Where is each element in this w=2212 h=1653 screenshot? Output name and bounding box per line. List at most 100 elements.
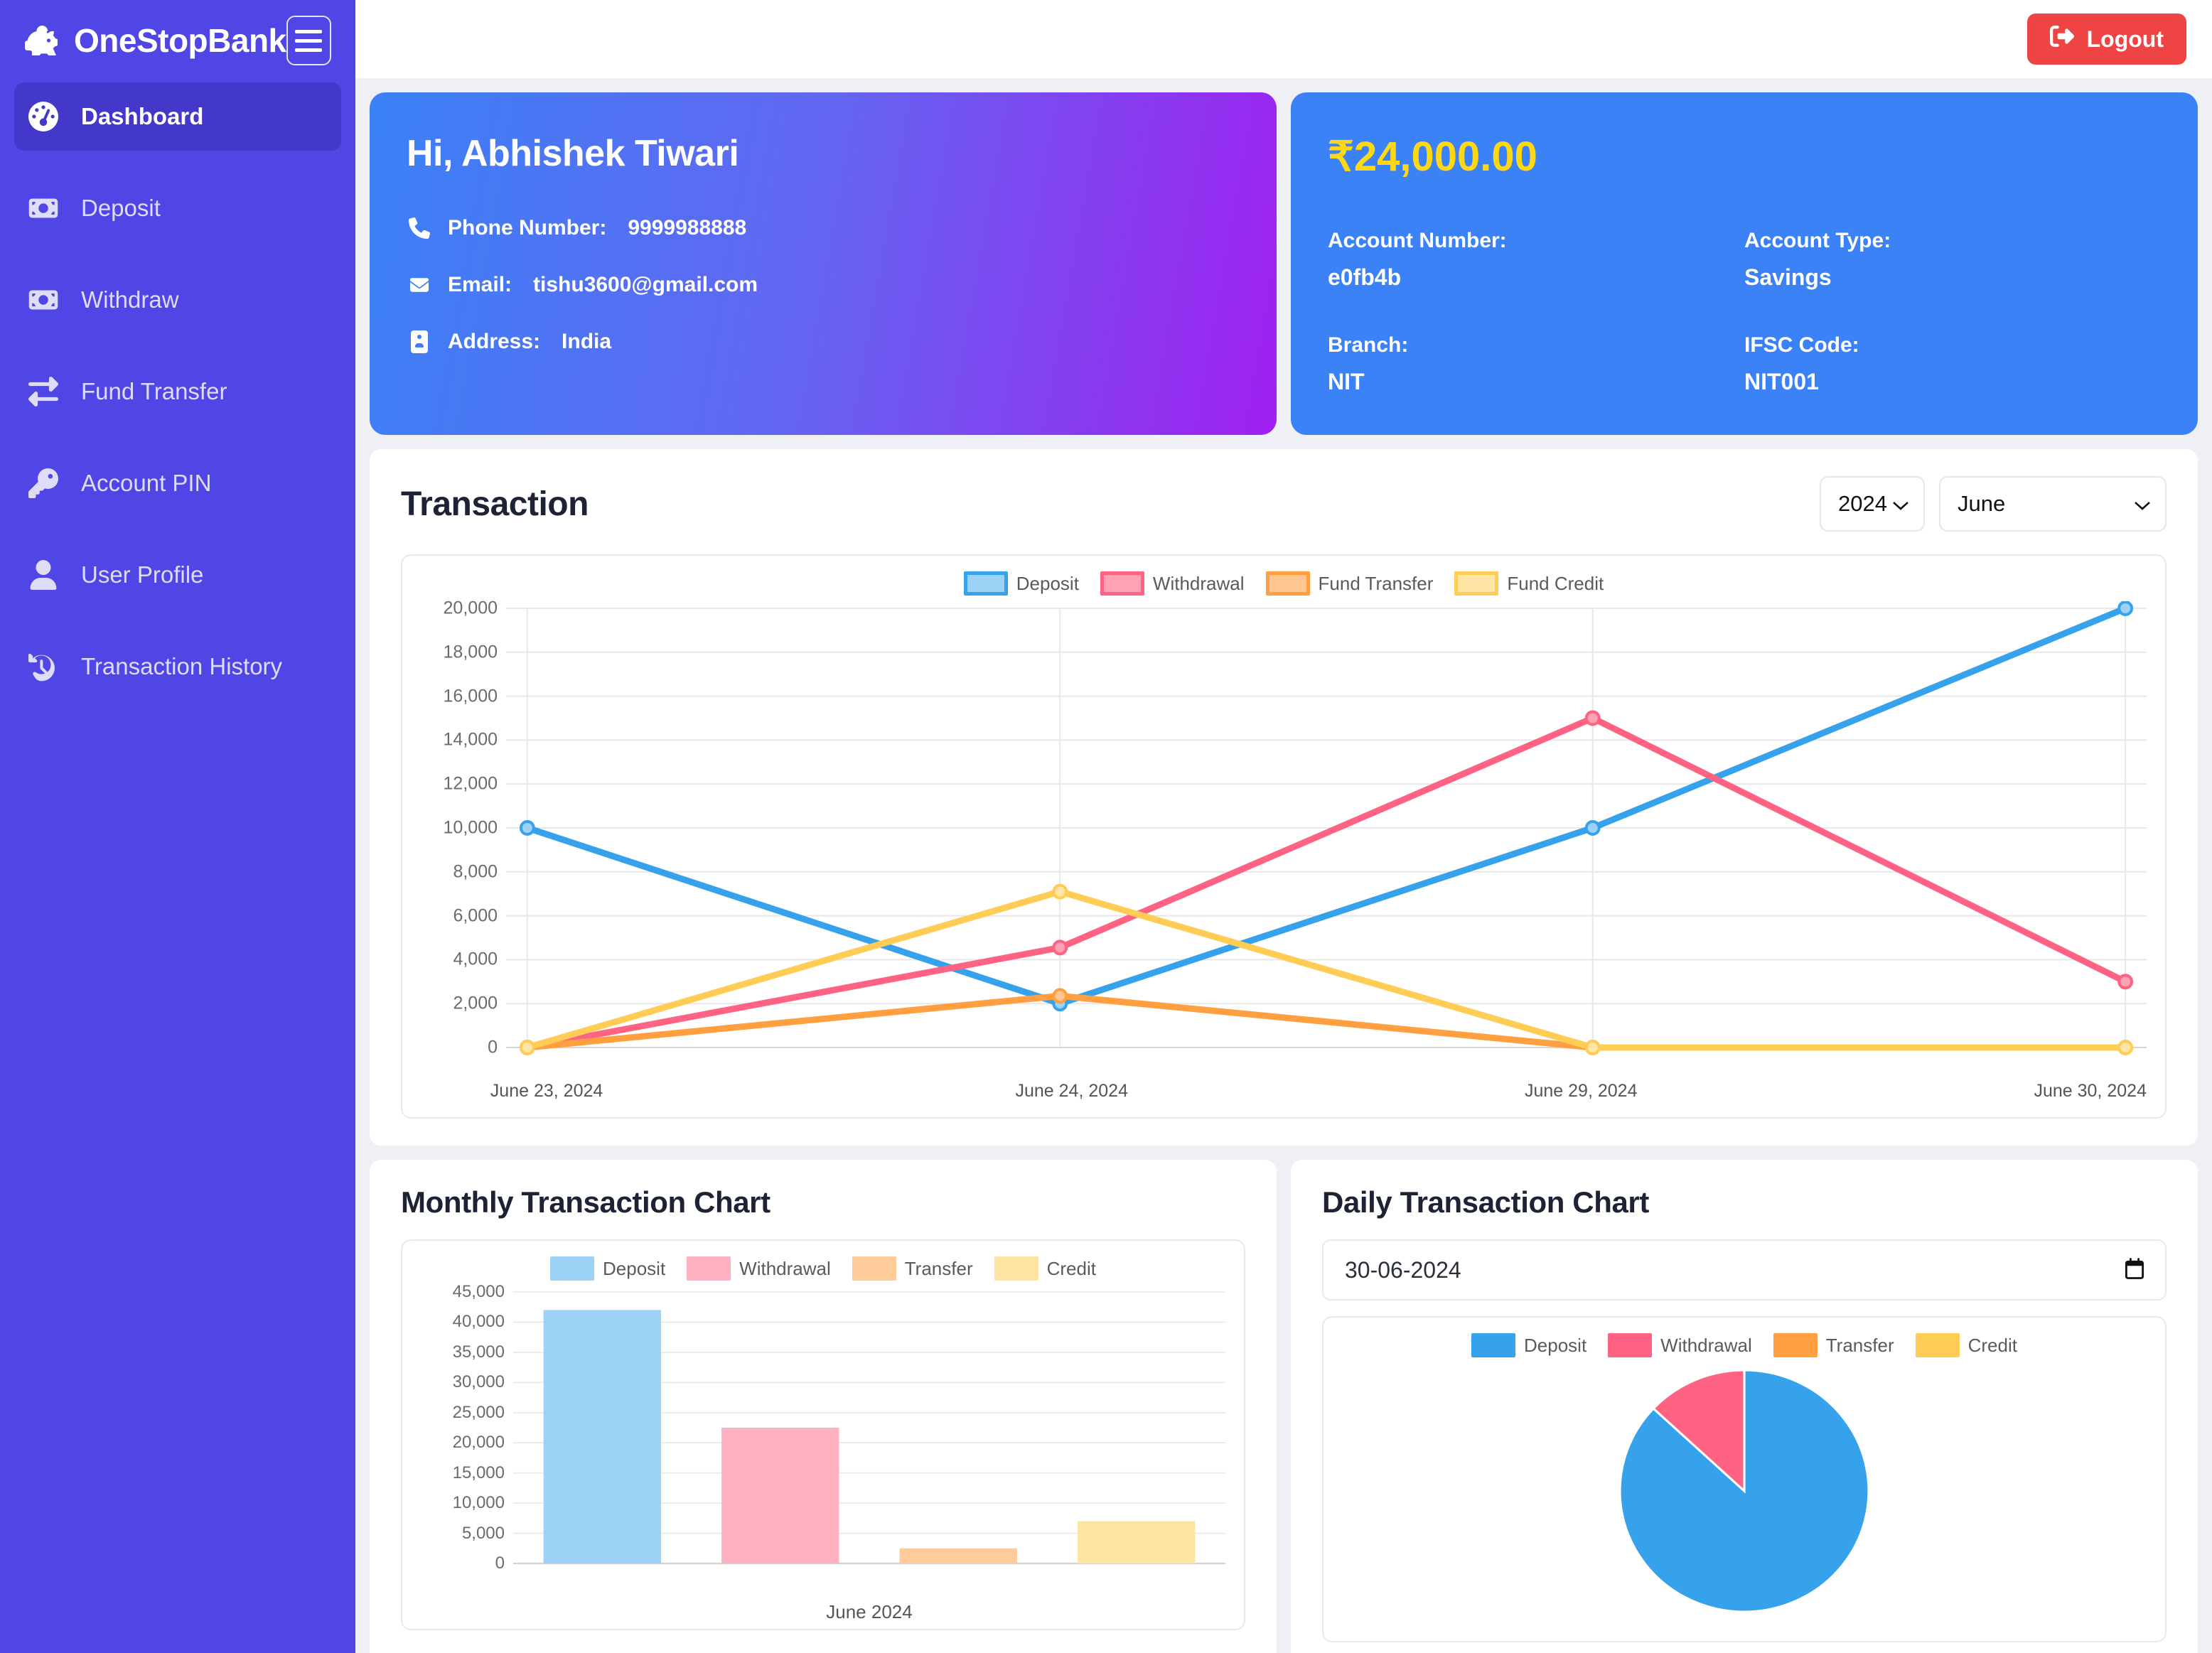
sidebar-item-label: Transaction History bbox=[81, 653, 283, 679]
y-tick-label: 4,000 bbox=[453, 949, 498, 969]
legend-label: Withdrawal bbox=[739, 1257, 831, 1279]
x-tick-label: June 29, 2024 bbox=[1525, 1081, 1638, 1101]
legend-item[interactable]: Credit bbox=[994, 1256, 1096, 1281]
speedometer-icon bbox=[27, 102, 60, 131]
calendar-icon[interactable] bbox=[2125, 1257, 2144, 1283]
legend-item[interactable]: Deposit bbox=[550, 1256, 665, 1281]
address-label: Address: bbox=[448, 330, 541, 353]
logout-button[interactable]: Logout bbox=[2026, 14, 2186, 65]
sidebar-item-deposit[interactable]: Deposit bbox=[14, 174, 341, 242]
y-tick-label: 0 bbox=[488, 1037, 498, 1057]
month-select[interactable]: June bbox=[1939, 476, 2167, 532]
legend-swatch bbox=[1265, 571, 1310, 596]
legend-swatch bbox=[1471, 1333, 1516, 1357]
y-tick-label: 6,000 bbox=[453, 905, 498, 926]
line-chart-svg bbox=[506, 601, 2147, 1055]
transaction-line-chart: Deposit Withdrawal Fund Transfer Fund Credi… bbox=[401, 554, 2167, 1119]
sidebar-item-withdraw[interactable]: Withdraw bbox=[14, 266, 341, 334]
y-tick-label: 8,000 bbox=[453, 861, 498, 882]
legend-swatch bbox=[1915, 1333, 1960, 1357]
year-select[interactable]: 2024 bbox=[1820, 476, 1925, 532]
legend-swatch bbox=[1773, 1333, 1818, 1357]
chevron-down-icon bbox=[1892, 491, 1909, 517]
legend-item[interactable]: Transfer bbox=[852, 1256, 973, 1281]
brand-name: OneStopBank bbox=[74, 22, 286, 59]
legend-item[interactable]: Deposit bbox=[1471, 1333, 1586, 1357]
brand[interactable]: OneStopBank bbox=[23, 21, 286, 60]
legend-item[interactable]: Withdrawal bbox=[1608, 1333, 1752, 1357]
bar-chart-svg bbox=[513, 1291, 1225, 1564]
account-number-cell: Account Number: e0fb4b bbox=[1328, 229, 1744, 291]
y-tick-label: 10,000 bbox=[443, 817, 498, 838]
legend-swatch bbox=[963, 571, 1008, 596]
y-tick-label: 14,000 bbox=[443, 729, 498, 750]
sidebar-item-label: Dashboard bbox=[81, 103, 204, 129]
line-chart-plot: June 23, 2024 June 24, 2024 June 29, 2024 J… bbox=[490, 601, 2147, 1111]
logout-icon bbox=[2049, 24, 2074, 54]
ifsc-value: NIT001 bbox=[1744, 369, 1819, 394]
greeting-title: Hi, Abhishek Tiwari bbox=[407, 133, 739, 174]
branch-label: Branch: bbox=[1328, 333, 1409, 357]
y-tick-label: 45,000 bbox=[452, 1282, 505, 1301]
legend-item[interactable]: Fund Transfer bbox=[1265, 571, 1434, 596]
y-tick-label: 20,000 bbox=[443, 598, 498, 618]
logout-label: Logout bbox=[2086, 26, 2164, 52]
pie-chart-svg bbox=[1618, 1369, 1870, 1613]
daily-chart-panel: Daily Transaction Chart 30-06-2024 Depos… bbox=[1291, 1160, 2198, 1653]
sidebar-item-label: Fund Transfer bbox=[81, 378, 227, 404]
main-area: Logout Hi, Abhishek Tiwari Phone Number:… bbox=[355, 0, 2212, 1653]
monthly-chart-panel: Monthly Transaction Chart Deposit Withdra… bbox=[370, 1160, 1277, 1653]
y-tick-label: 16,000 bbox=[443, 686, 498, 706]
legend-label: Credit bbox=[1967, 1334, 2017, 1356]
hamburger-menu-icon[interactable] bbox=[286, 16, 331, 65]
bar-chart-y-axis: 0 5,000 10,000 15,000 20,000 25,000 30,000 35,0… bbox=[421, 1282, 513, 1585]
x-tick-label: June 30, 2024 bbox=[2034, 1081, 2147, 1101]
ifsc-cell: IFSC Code: NIT001 bbox=[1744, 333, 2161, 395]
legend-swatch bbox=[1100, 571, 1144, 596]
envelope-icon bbox=[407, 276, 432, 294]
chevron-down-icon bbox=[2134, 491, 2151, 517]
dashboard-content: Hi, Abhishek Tiwari Phone Number: 999998… bbox=[355, 78, 2212, 1653]
legend-label: Withdrawal bbox=[1152, 572, 1245, 594]
month-select-value: June bbox=[1958, 491, 2006, 516]
legend-item[interactable]: Withdrawal bbox=[1100, 571, 1245, 596]
account-type-cell: Account Type: Savings bbox=[1744, 229, 2161, 291]
legend-label: Withdrawal bbox=[1660, 1334, 1752, 1356]
line-chart-y-axis: 0 2,000 4,000 6,000 8,000 10,000 12,000 14,000 1… bbox=[421, 598, 506, 1070]
sidebar-item-fund-transfer[interactable]: Fund Transfer bbox=[14, 357, 341, 426]
sidebar-item-dashboard[interactable]: Dashboard bbox=[14, 82, 341, 151]
top-bar: Logout bbox=[355, 0, 2212, 78]
sidebar-item-label: Deposit bbox=[81, 195, 161, 221]
legend-item[interactable]: Transfer bbox=[1773, 1333, 1894, 1357]
line-chart-legend: Deposit Withdrawal Fund Transfer Fund Credi… bbox=[421, 571, 2147, 596]
legend-label: Deposit bbox=[603, 1257, 666, 1279]
account-number-value: e0fb4b bbox=[1328, 264, 1402, 290]
sidebar-item-user-profile[interactable]: User Profile bbox=[14, 541, 341, 609]
sidebar-header: OneStopBank bbox=[0, 0, 355, 82]
y-tick-label: 5,000 bbox=[461, 1523, 505, 1543]
legend-label: Fund Credit bbox=[1507, 572, 1604, 594]
date-input-value: 30-06-2024 bbox=[1345, 1256, 1461, 1283]
account-number-label: Account Number: bbox=[1328, 229, 1507, 252]
hamburger-bar bbox=[295, 29, 323, 33]
sidebar-item-account-pin[interactable]: Account PIN bbox=[14, 449, 341, 517]
sidebar-item-transaction-history[interactable]: Transaction History bbox=[14, 632, 341, 701]
monthly-chart-title: Monthly Transaction Chart bbox=[401, 1185, 771, 1219]
legend-item[interactable]: Withdrawal bbox=[687, 1256, 831, 1281]
legend-item[interactable]: Credit bbox=[1915, 1333, 2017, 1357]
period-selectors: 2024 June bbox=[1820, 476, 2167, 532]
y-tick-label: 30,000 bbox=[452, 1372, 505, 1392]
line-chart-x-axis: June 23, 2024 June 24, 2024 June 29, 2024 J… bbox=[490, 1074, 2147, 1111]
y-tick-label: 2,000 bbox=[453, 993, 498, 1013]
branch-cell: Branch: NIT bbox=[1328, 333, 1744, 395]
legend-item[interactable]: Deposit bbox=[963, 571, 1079, 596]
legend-item[interactable]: Fund Credit bbox=[1454, 571, 1604, 596]
date-input[interactable]: 30-06-2024 bbox=[1322, 1239, 2167, 1301]
account-type-value: Savings bbox=[1744, 264, 1832, 290]
bar-chart-body: 0 5,000 10,000 15,000 20,000 25,000 30,000 35,0… bbox=[421, 1282, 1225, 1623]
legend-swatch bbox=[994, 1256, 1038, 1281]
phone-label: Phone Number: bbox=[448, 216, 607, 239]
legend-label: Fund Transfer bbox=[1318, 572, 1434, 594]
legend-label: Transfer bbox=[1825, 1334, 1894, 1356]
account-type-label: Account Type: bbox=[1744, 229, 1891, 252]
